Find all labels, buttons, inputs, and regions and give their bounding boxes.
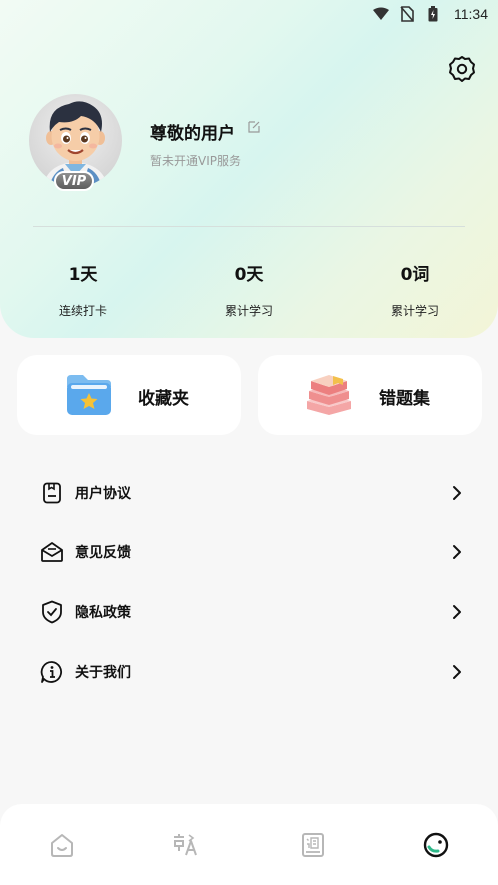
chevron-right-icon xyxy=(448,603,466,621)
stat-study-days: 0天 累计学习 xyxy=(189,260,309,319)
favorites-label: 收藏夹 xyxy=(138,389,189,409)
stat-label: 连续打卡 xyxy=(58,304,107,318)
books-icon xyxy=(303,371,355,419)
menu-item-user-agreement[interactable]: 用户协议 xyxy=(40,475,466,511)
stat-value: 0天 xyxy=(234,265,264,285)
profile-icon xyxy=(423,832,449,858)
user-name: 尊敬的用户 xyxy=(150,124,235,144)
menu-item-privacy-policy[interactable]: 隐私政策 xyxy=(40,594,466,630)
gear-icon xyxy=(449,56,475,82)
nav-translate[interactable] xyxy=(171,830,201,860)
stat-study-words: 0词 累计学习 xyxy=(355,260,475,319)
mistakes-label: 错题集 xyxy=(379,389,430,409)
chevron-right-icon xyxy=(448,543,466,561)
stat-value: 0词 xyxy=(400,265,430,285)
header-divider xyxy=(33,226,465,227)
nav-home[interactable] xyxy=(47,830,77,860)
nav-profile[interactable] xyxy=(421,830,451,860)
mistakes-card[interactable]: 错题集 xyxy=(258,355,482,435)
chevron-right-icon xyxy=(448,484,466,502)
vip-badge: VIP xyxy=(54,171,94,191)
chevron-right-icon xyxy=(448,663,466,681)
stat-checkin-streak: 1天 连续打卡 xyxy=(23,260,143,319)
folder-star-icon xyxy=(63,371,115,419)
no-sim-icon xyxy=(398,6,416,22)
shield-icon xyxy=(40,600,64,624)
edit-icon[interactable] xyxy=(247,119,261,133)
favorites-card[interactable]: 收藏夹 xyxy=(17,355,241,435)
document-icon xyxy=(40,481,64,505)
battery-icon xyxy=(424,6,442,22)
menu-label: 意见反馈 xyxy=(75,545,131,561)
vip-status-text: 暂未开通VIP服务 xyxy=(150,154,241,168)
info-icon xyxy=(40,660,64,684)
menu-item-about-us[interactable]: 关于我们 xyxy=(40,654,466,690)
status-bar: 11:34 xyxy=(0,0,498,28)
stat-label: 累计学习 xyxy=(390,304,439,318)
stat-value: 1天 xyxy=(68,265,98,285)
menu-label: 关于我们 xyxy=(75,665,131,681)
stat-label: 累计学习 xyxy=(224,304,273,318)
home-icon xyxy=(51,834,73,857)
feedback-icon xyxy=(40,540,64,564)
translate-icon xyxy=(174,834,197,856)
menu-label: 隐私政策 xyxy=(75,605,131,621)
menu-label: 用户协议 xyxy=(75,486,131,502)
settings-button[interactable] xyxy=(446,53,478,85)
dictionary-icon xyxy=(302,833,324,857)
status-time: 11:34 xyxy=(454,6,488,22)
nav-dictionary[interactable] xyxy=(298,830,328,860)
bottom-navigation xyxy=(0,804,498,885)
wifi-icon xyxy=(372,6,390,22)
menu-item-feedback[interactable]: 意见反馈 xyxy=(40,534,466,570)
